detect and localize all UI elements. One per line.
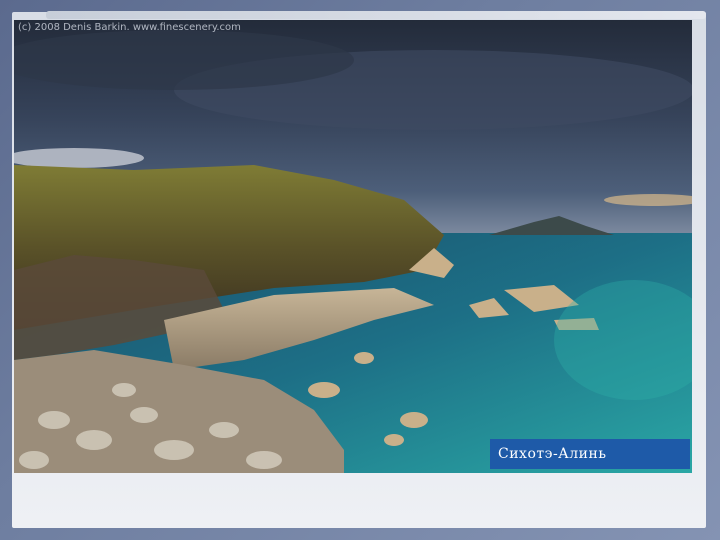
landscape-photo: (c) 2008 Denis Barkin. www.finescenery.c… bbox=[14, 20, 692, 473]
photo-credit: (c) 2008 Denis Barkin. www.finescenery.c… bbox=[18, 22, 241, 33]
photo-illustration bbox=[14, 20, 692, 473]
photo-caption: Сихотэ-Алинь bbox=[490, 439, 690, 469]
slide-accent-bar bbox=[46, 11, 706, 19]
